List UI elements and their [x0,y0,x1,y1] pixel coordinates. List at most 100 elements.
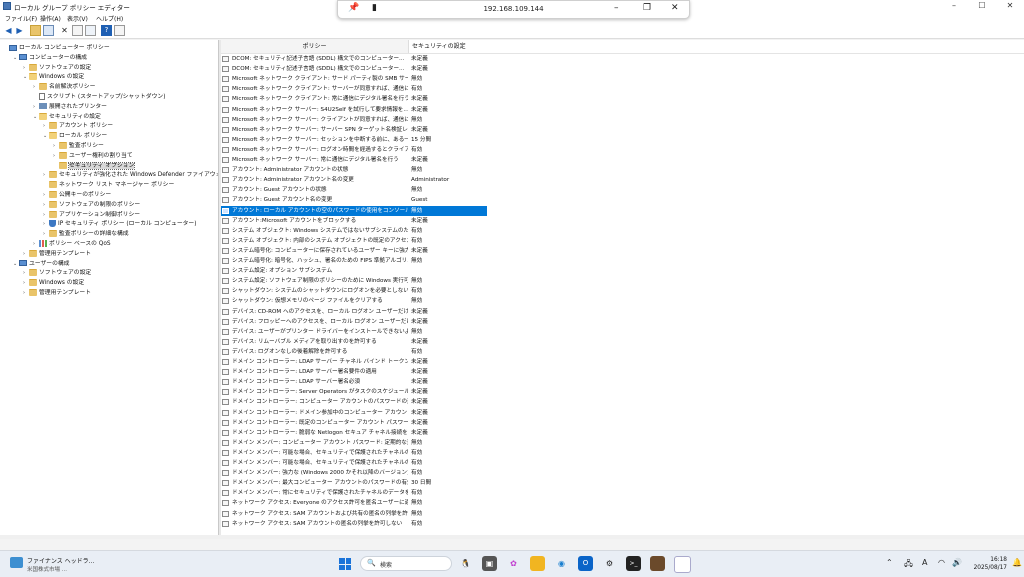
volume-icon[interactable]: 🔊 [952,558,962,567]
copilot-app-icon[interactable]: ✿ [506,556,521,571]
back-icon[interactable]: ◀ [3,25,14,36]
tree-item[interactable]: › 公開キーのポリシー [43,190,111,200]
table-row[interactable]: システム オブジェクト: Windows システムではないサブシステムのため..… [221,226,487,236]
table-row[interactable]: ドメイン メンバー: 可能な場合、セキュリティで保護されたチャネルのデ... 有効 [221,458,487,468]
file-explorer-icon[interactable] [530,556,545,571]
tree-item[interactable]: › 監査ポリシー [53,141,104,151]
tree-item[interactable]: › ポリシー ベースの QoS [33,239,111,249]
close-button[interactable]: ✕ [996,0,1024,12]
tree-item[interactable]: ローカル コンピューター ポリシー [3,43,110,53]
clock[interactable]: 16:18 2025/08/17 [962,556,1007,572]
tree-item[interactable]: › Windows の設定 [23,278,84,288]
table-row[interactable]: DCOM: セキュリティ記述子言語 (SDDL) 構文でのコンピューター... 未… [221,64,487,74]
table-row[interactable]: シャットダウン: システムのシャットダウンにログオンを必要としない 有効 [221,286,487,296]
table-row[interactable]: システム暗号化: コンピューターに保存されているユーザー キーに強力な... 未定… [221,246,487,256]
copilot-icon[interactable]: 🐧 [458,556,473,571]
table-row[interactable]: Microsoft ネットワーク サーバー: サーバー SPN ターゲット名検証… [221,125,487,135]
tree-item[interactable]: セキュリティ オプション [53,161,136,171]
outlook-icon[interactable]: O [578,556,593,571]
menu-file[interactable]: ファイル(F) [5,14,37,23]
table-row[interactable]: システム暗号化: 暗号化、ハッシュ、署名のための FIPS 準拠アルゴリ... 無… [221,256,487,266]
tree-item[interactable]: › 管理用テンプレート [23,288,91,298]
terminal-icon[interactable]: >_ [626,556,641,571]
tree-item[interactable]: ⌄ ローカル ポリシー [43,131,107,141]
settings-icon[interactable]: ⚙ [602,556,617,571]
tree-item[interactable]: › IP セキュリティ ポリシー (ローカル コンピューター) [43,219,197,229]
table-row[interactable]: ドメイン メンバー: 最大コンピューター アカウントのパスワードの有効期間 30 … [221,478,487,488]
table-row[interactable]: ドメイン コントローラー: LDAP サーバー署名必須 未定義 [221,377,487,387]
network-icon[interactable]: 🖧 [904,558,913,572]
table-row[interactable]: アカウント: Administrator アカウント名の変更 Administra… [221,175,487,185]
up-folder-icon[interactable] [30,25,41,36]
help-icon[interactable]: ? [101,25,112,36]
taskbar-search[interactable]: 🔍 検索 [360,556,452,571]
wifi-icon[interactable]: ◠ [938,558,945,567]
minimize-button[interactable]: – [940,0,968,12]
menu-action[interactable]: 操作(A) [40,14,61,23]
news-widget[interactable]: ファイナンス ヘッドラ... 米国株式市場 ... [10,555,94,573]
tree-item[interactable]: › アカウント ポリシー [43,121,113,131]
table-row[interactable]: ネットワーク アクセス: SAM アカウントの匿名の列挙を許可しない 有効 [221,519,487,529]
edge-browser-icon[interactable]: ◉ [554,556,569,571]
table-row[interactable]: ドメイン コントローラー: LDAP サーバー チャネル バインド トークンの要… [221,357,487,367]
table-row[interactable]: デバイス: リムーバブル メディアを取り出すのを許可する 未定義 [221,337,487,347]
table-row[interactable]: デバイス: CD-ROM へのアクセスを、ローカル ログオン ユーザーだけに..… [221,307,487,317]
table-row[interactable]: シャットダウン: 仮想メモリのページ ファイルをクリアする 無効 [221,296,487,306]
delete-icon[interactable]: ✕ [59,25,70,36]
table-row[interactable]: ドメイン コントローラー: 脆弱な Netlogon セキュア チャネル接続を許… [221,428,487,438]
table-row[interactable]: ドメイン メンバー: 可能な場合、セキュリティで保護されたチャネルのデ... 有効 [221,448,487,458]
table-row[interactable]: システム設定: ソフトウェア制限のポリシーのために Windows 実行可...… [221,276,487,286]
tree-item[interactable]: › 管理用テンプレート [23,249,91,259]
notification-bell-icon[interactable]: 🔔 [1012,558,1022,567]
menu-view[interactable]: 表示(V) [67,14,88,23]
start-button[interactable] [339,558,351,570]
table-row[interactable]: デバイス: ログオンなしの後着解除を許可する 有効 [221,347,487,357]
table-row[interactable]: ネットワーク アクセス: SAM アカウントおよび共有の匿名の列挙を許... 無効 [221,509,487,519]
table-row[interactable]: アカウント:Microsoft アカウントをブロックする 未定義 [221,216,487,226]
export-list-icon[interactable] [85,25,96,36]
ime-indicator[interactable]: A [922,558,927,567]
table-row[interactable]: アカウント: Administrator アカウントの状態 無効 [221,165,487,175]
minimize-remote-icon[interactable]: – [614,3,619,13]
forward-icon[interactable]: ▶ [14,25,25,36]
table-row[interactable]: Microsoft ネットワーク サーバー: S4U2Self を試行して要求情… [221,105,487,115]
tree-item[interactable]: ネットワーク リスト マネージャー ポリシー [43,180,174,190]
table-row[interactable]: システム オブジェクト: 内部のシステム オブジェクトの既定のアクセス許... 有… [221,236,487,246]
tree-item[interactable]: › ソフトウェアの設定 [23,268,91,278]
table-row[interactable]: アカウント: Guest アカウント名の変更 Guest [221,195,487,205]
properties-icon[interactable] [72,25,83,36]
show-tree-icon[interactable] [43,25,54,36]
maximize-button[interactable]: ☐ [968,0,996,12]
table-row[interactable]: ドメイン コントローラー: コンピューター アカウントのパスワードの変更を拒..… [221,397,487,407]
table-row[interactable]: ドメイン コントローラー: 既定のコンピューター アカウント パスワードの設..… [221,418,487,428]
tree-item[interactable]: ⌄ Windows の設定 [23,72,84,82]
table-row[interactable]: ネットワーク アクセス: Everyone のアクセス許可を匿名ユーザーに適..… [221,498,487,508]
tray-overflow-icon[interactable]: ⌃ [886,558,893,567]
tree-item[interactable]: ⌄ ユーザーの構成 [13,259,69,269]
table-row[interactable]: ドメイン コントローラー: LDAP サーバー署名要件の適用 未定義 [221,367,487,377]
table-row[interactable]: Microsoft ネットワーク サーバー: セッションを中断する前に、ある一.… [221,135,487,145]
notepad-icon[interactable] [674,556,691,573]
table-row[interactable]: ドメイン メンバー: コンピューター アカウント パスワード: 定期的な変更を.… [221,438,487,448]
table-row[interactable]: ドメイン メンバー: 常にセキュリティで保護されたチャネルのデータをデジ... 有… [221,488,487,498]
table-row[interactable]: Microsoft ネットワーク サーバー: 常に通信にデジタル署名を行う 未定義 [221,155,487,165]
table-row[interactable]: DCOM: セキュリティ記述子言語 (SDDL) 構文でのコンピューター... 未… [221,54,487,64]
tree-item[interactable]: › ソフトウェアの設定 [23,63,91,73]
tree-item[interactable]: › 展開されたプリンター [33,102,107,112]
tree-item[interactable]: › ユーザー権利の割り当て [53,151,133,161]
table-row[interactable]: デバイス: フロッピーへのアクセスを、ローカル ログオン ユーザーだけに制...… [221,317,487,327]
tree-item[interactable]: › ソフトウェアの制限のポリシー [43,200,140,210]
tree-item[interactable]: › アプリケーション制御ポリシー [43,210,140,220]
table-row[interactable]: アカウント: Guest アカウントの状態 無効 [221,185,487,195]
table-row[interactable]: ドメイン コントローラー: Server Operators がタスクのスケジュ… [221,387,487,397]
view-icon[interactable] [114,25,125,36]
app-icon-brown[interactable] [650,556,665,571]
table-row[interactable]: Microsoft ネットワーク クライアント: 常に通信にデジタル署名を行う未… [221,94,487,104]
table-row[interactable]: アカウント: ローカル アカウントの空のパスワードの使用をコンソール ログ...… [221,205,487,216]
table-row[interactable]: システム設定: オプション サブシステム [221,266,487,276]
menu-help[interactable]: ヘルプ(H) [96,14,123,23]
table-row[interactable]: Microsoft ネットワーク クライアント: サード パーティ製の SMB … [221,74,487,84]
close-remote-icon[interactable]: ✕ [671,3,679,13]
tree-item[interactable]: › 名前解決ポリシー [33,82,95,92]
table-row[interactable]: Microsoft ネットワーク クライアント: サーバーが同意すれば、通信に.… [221,84,487,94]
